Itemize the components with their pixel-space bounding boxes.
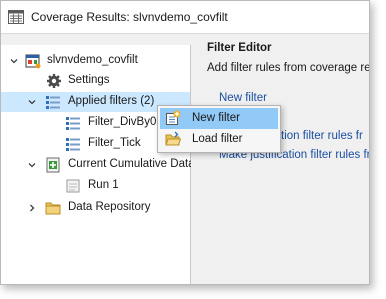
tree-item-current-cumulative-data[interactable]: Current Cumulative Data [1, 155, 195, 175]
chevron-down-icon[interactable] [28, 161, 36, 169]
folder-icon [45, 202, 61, 215]
filter-editor-description: Add filter rules from coverage re [207, 62, 370, 74]
tree-item-label: slvnvdemo_covfilt [47, 54, 138, 66]
menu-item-new-filter[interactable]: New filter [160, 108, 278, 129]
tree-item-settings[interactable]: Settings [1, 71, 190, 91]
filter-editor-title: Filter Editor [207, 42, 272, 54]
tree-item-label: Settings [68, 74, 110, 86]
results-tree[interactable]: slvnvdemo_covfilt Settings Applied filte… [1, 45, 195, 284]
title-bar[interactable]: Coverage Results: slvnvdemo_covfilt [1, 1, 369, 34]
cumulative-data-icon [46, 157, 60, 173]
window-app-icon [8, 10, 24, 24]
gear-icon [47, 74, 61, 88]
open-folder-icon [165, 131, 181, 146]
chevron-right-icon[interactable] [28, 204, 36, 212]
chevron-down-icon[interactable] [28, 98, 36, 106]
filter-icon [66, 138, 80, 151]
filter-editor-pane: Filter Editor Add filter rules from cove… [191, 34, 369, 284]
new-filter-icon [166, 110, 181, 125]
tree-item-label: Filter_DivBy0 [88, 116, 157, 128]
tree-item-label: Data Repository [68, 201, 151, 213]
new-filter-link[interactable]: New filter [219, 92, 267, 104]
model-icon [25, 54, 41, 69]
tree-item-label: Current Cumulative Data [68, 158, 195, 170]
menu-item-label: New filter [192, 112, 240, 124]
context-menu: New filter Load filter [157, 105, 281, 153]
tree-item-label: Applied filters (2) [68, 95, 155, 107]
coverage-results-window: Coverage Results: slvnvdemo_covfilt slvn… [0, 0, 370, 285]
filter-list-icon [46, 96, 60, 109]
run-icon [66, 179, 80, 193]
tree-item-label: Filter_Tick [88, 137, 141, 149]
menu-item-load-filter[interactable]: Load filter [160, 129, 278, 150]
menu-item-label: Load filter [192, 133, 243, 145]
tree-item-model[interactable]: slvnvdemo_covfilt [1, 51, 190, 71]
tree-item-run-1[interactable]: Run 1 [1, 176, 190, 196]
tree-item-data-repository[interactable]: Data Repository [1, 198, 190, 218]
filter-icon [66, 117, 80, 130]
window-title: Coverage Results: slvnvdemo_covfilt [31, 10, 228, 24]
chevron-down-icon[interactable] [10, 57, 18, 65]
tree-item-label: Run 1 [88, 179, 119, 191]
